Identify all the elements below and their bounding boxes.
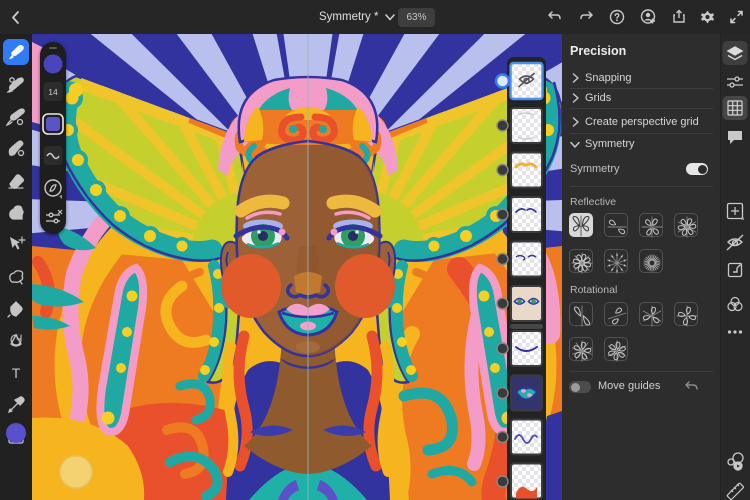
svg-text:14: 14: [48, 87, 58, 97]
svg-text:T: T: [12, 365, 21, 381]
